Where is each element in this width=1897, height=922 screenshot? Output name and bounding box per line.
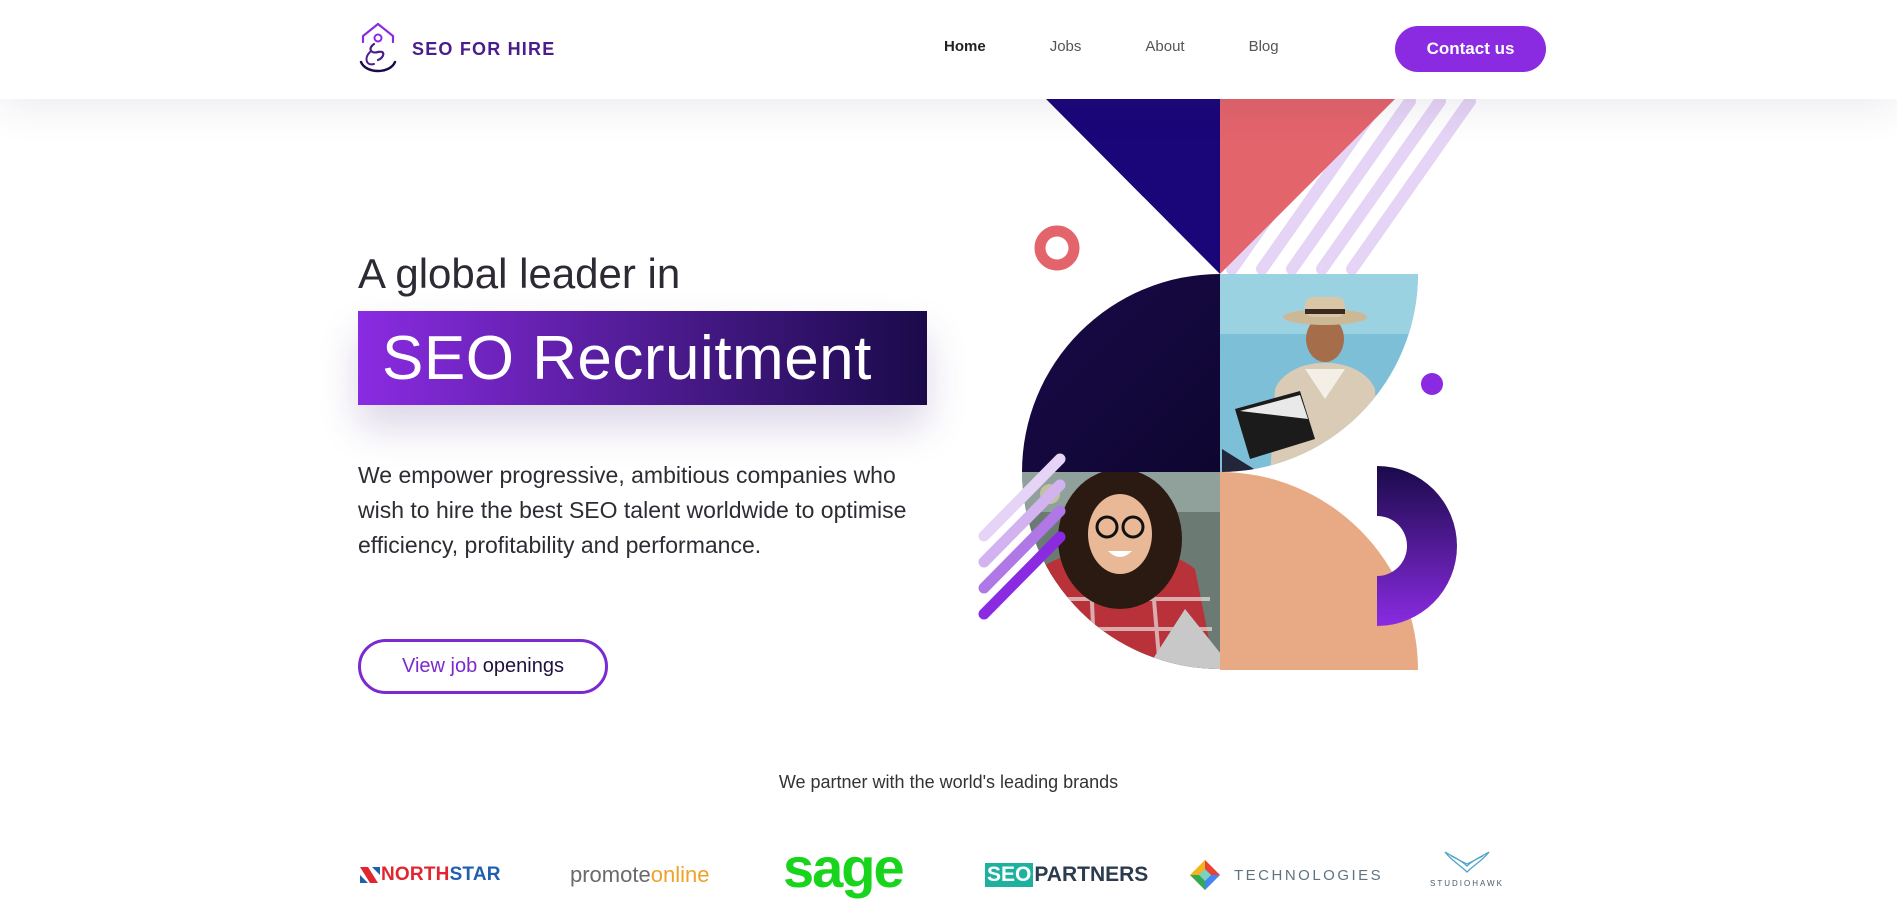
promote-text-b: online — [650, 862, 710, 887]
logo-sage: sage — [783, 835, 905, 899]
technologies-icon — [1190, 860, 1220, 890]
nav-blog[interactable]: Blog — [1249, 38, 1279, 55]
main-nav: Home Jobs About Blog — [944, 38, 1343, 55]
logo-northstar: NORTH STAR — [360, 850, 501, 900]
hero-description: We empower progressive, ambitious compan… — [358, 462, 907, 558]
nav-home[interactable]: Home — [944, 38, 986, 55]
seo-rest-text: PARTNERS — [1034, 863, 1149, 886]
nav-about[interactable]: About — [1145, 38, 1184, 55]
purple-arc — [1377, 466, 1457, 626]
hero-illustration — [978, 99, 1476, 670]
northstar-icon — [360, 867, 380, 883]
logo-technologies: TECHNOLOGIES — [1190, 850, 1383, 900]
hero-title-box: SEO Recruitment — [358, 311, 927, 405]
seo-box-text: SEO — [985, 863, 1034, 887]
logo-seo-partners: SEO PARTNERS — [985, 850, 1148, 900]
photo-man — [1220, 274, 1418, 472]
logo-icon — [359, 22, 397, 73]
technologies-text: TECHNOLOGIES — [1234, 866, 1384, 884]
partners-heading: We partner with the world's leading bran… — [778, 772, 1119, 792]
studiohawk-text: STUDIOHAWK — [1430, 879, 1504, 888]
promote-text-a: promote — [570, 862, 651, 887]
hawk-icon — [1444, 851, 1490, 873]
contact-button[interactable]: Contact us — [1395, 26, 1546, 72]
logo-text: SEO FOR HIRE — [412, 38, 556, 59]
logo[interactable]: SEO FOR HIRE — [358, 22, 555, 76]
navbar: SEO FOR HIRE Home Jobs About Blog Contac… — [0, 0, 1897, 99]
northstar-text-a: NORTH — [381, 864, 450, 885]
hero-pre-title: A global leader in — [358, 250, 681, 297]
cta-text-part1: View job — [402, 655, 483, 677]
view-job-openings-button[interactable]: View job openings — [358, 639, 608, 694]
northstar-text-b: STAR — [449, 864, 501, 885]
logo-promote-online: promote online — [570, 850, 709, 900]
nav-jobs[interactable]: Jobs — [1050, 38, 1082, 55]
cta-text-part2: openings — [482, 655, 564, 677]
dark-quarter — [1022, 274, 1220, 472]
logo-studiohawk: STUDIOHAWK — [1430, 848, 1504, 898]
hero-title: SEO Recruitment — [382, 323, 872, 393]
coral-ring-icon — [1034, 225, 1080, 271]
purple-dot-icon — [1421, 373, 1443, 395]
